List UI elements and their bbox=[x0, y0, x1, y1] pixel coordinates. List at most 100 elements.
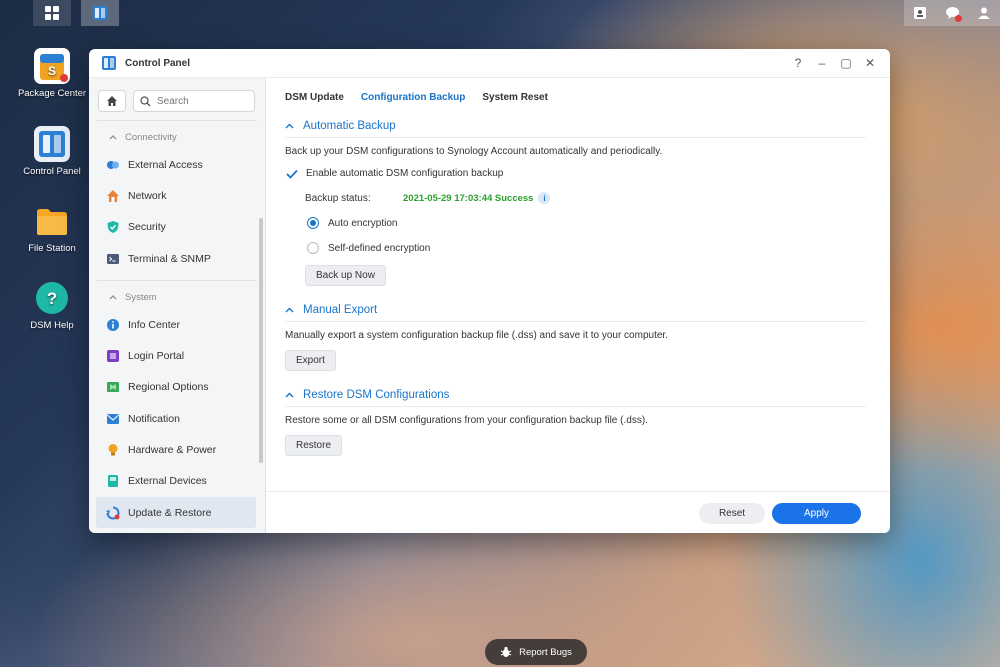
section-description: Back up your DSM configurations to Synol… bbox=[285, 146, 663, 157]
chat-button[interactable] bbox=[936, 0, 968, 26]
section-header-automatic-backup[interactable]: Automatic Backup bbox=[285, 114, 866, 138]
chevron-up-icon bbox=[285, 392, 294, 397]
sidebar-item-label: Notification bbox=[128, 412, 180, 425]
backup-status-row: Backup status: 2021-05-29 17:03:44 Succe… bbox=[285, 192, 880, 204]
desktop-icon-label: Package Center bbox=[17, 88, 87, 99]
section-title: Automatic Backup bbox=[303, 119, 396, 132]
control-panel-icon bbox=[34, 126, 70, 162]
window-titlebar[interactable]: Control Panel ? – ▢ ✕ bbox=[89, 49, 890, 78]
group-label: System bbox=[125, 291, 157, 303]
tab-dsm-update[interactable]: DSM Update bbox=[285, 92, 344, 114]
back-up-now-button[interactable]: Back up Now bbox=[305, 265, 386, 286]
close-button[interactable]: ✕ bbox=[862, 56, 878, 70]
notification-dot bbox=[955, 15, 962, 22]
main-menu-button[interactable] bbox=[33, 0, 71, 26]
grid-icon bbox=[45, 6, 59, 20]
desktop-icon-package-center[interactable]: S Package Center bbox=[17, 48, 87, 100]
sidebar-scrollbar[interactable] bbox=[259, 218, 263, 463]
bulb-icon bbox=[106, 443, 120, 457]
maximize-button[interactable]: ▢ bbox=[838, 56, 854, 70]
info-icon[interactable]: i bbox=[538, 192, 551, 204]
sidebar-item-label: Update & Restore bbox=[128, 506, 212, 519]
search-field[interactable] bbox=[133, 90, 255, 112]
chevron-up-icon bbox=[109, 135, 117, 140]
user-card-button[interactable] bbox=[904, 0, 936, 26]
desktop-icon-file-station[interactable]: File Station bbox=[17, 203, 87, 255]
search-input[interactable] bbox=[157, 95, 252, 107]
sidebar-item-terminal-snmp[interactable]: Terminal & SNMP bbox=[89, 243, 265, 274]
backup-status-label: Backup status: bbox=[305, 192, 371, 204]
update-icon bbox=[106, 506, 120, 520]
export-button[interactable]: Export bbox=[285, 350, 336, 371]
minimize-button[interactable]: – bbox=[814, 56, 830, 70]
content-area: Automatic Backup Back up your DSM config… bbox=[267, 114, 890, 491]
desktop-icon-label: File Station bbox=[28, 243, 76, 254]
sidebar-item-external-devices[interactable]: External Devices bbox=[89, 466, 265, 497]
user-card-icon bbox=[914, 7, 926, 19]
enable-backup-checkbox[interactable] bbox=[285, 167, 298, 180]
reset-button[interactable]: Reset bbox=[699, 503, 765, 524]
sidebar-item-hardware-power[interactable]: Hardware & Power bbox=[89, 434, 265, 465]
terminal-icon bbox=[106, 252, 120, 266]
report-bugs-button[interactable]: Report Bugs bbox=[485, 639, 587, 665]
user-menu-button[interactable] bbox=[968, 0, 1000, 26]
help-icon: ? bbox=[34, 280, 70, 316]
svg-text:S: S bbox=[48, 64, 56, 78]
sidebar-item-external-access[interactable]: External Access bbox=[89, 149, 265, 180]
restore-button[interactable]: Restore bbox=[285, 435, 343, 456]
sidebar-item-network[interactable]: Network bbox=[89, 180, 265, 211]
group-header-system[interactable]: System bbox=[89, 285, 265, 309]
sidebar-item-security[interactable]: Security bbox=[89, 212, 265, 243]
sidebar-item-label: Login Portal bbox=[128, 350, 185, 363]
tab-configuration-backup[interactable]: Configuration Backup bbox=[361, 92, 465, 114]
section-title: Manual Export bbox=[303, 303, 378, 316]
home-icon bbox=[107, 96, 117, 106]
backup-status-value: 2021-05-29 17:03:44 Success bbox=[403, 192, 534, 204]
sidebar-item-regional-options[interactable]: Regional Options bbox=[89, 372, 265, 403]
external-access-icon bbox=[106, 158, 120, 172]
sidebar-item-update-restore[interactable]: Update & Restore bbox=[96, 496, 256, 529]
divider bbox=[97, 280, 257, 282]
sidebar-item-login-portal[interactable]: Login Portal bbox=[89, 340, 265, 371]
sidebar-item-info-center[interactable]: Info Center bbox=[89, 309, 265, 340]
help-button[interactable]: ? bbox=[790, 56, 806, 70]
svg-text:?: ? bbox=[47, 289, 57, 308]
sidebar-item-label: Hardware & Power bbox=[128, 444, 217, 457]
desktop-icon-control-panel[interactable]: Control Panel bbox=[17, 126, 87, 178]
section-header-manual-export[interactable]: Manual Export bbox=[285, 298, 866, 322]
user-icon bbox=[978, 7, 990, 19]
info-icon bbox=[106, 318, 120, 332]
self-defined-encryption-label: Self-defined encryption bbox=[328, 242, 431, 254]
chevron-up-icon bbox=[285, 307, 294, 312]
sidebar-item-label: Security bbox=[128, 221, 166, 234]
section-header-restore[interactable]: Restore DSM Configurations bbox=[285, 383, 866, 407]
desktop-icon-dsm-help[interactable]: ? DSM Help bbox=[17, 280, 87, 332]
sidebar-item-notification[interactable]: Notification bbox=[89, 403, 265, 434]
tab-system-reset[interactable]: System Reset bbox=[482, 92, 548, 114]
apply-button[interactable]: Apply bbox=[772, 503, 861, 524]
sidebar-item-label: Network bbox=[128, 189, 167, 202]
group-header-connectivity[interactable]: Connectivity bbox=[89, 125, 265, 149]
shield-icon bbox=[106, 220, 120, 234]
taskbar bbox=[0, 0, 1000, 26]
sidebar-item-label: Info Center bbox=[128, 318, 180, 331]
enable-backup-label: Enable automatic DSM configuration backu… bbox=[306, 168, 504, 179]
enable-backup-row: Enable automatic DSM configuration backu… bbox=[285, 167, 880, 180]
home-button[interactable] bbox=[98, 90, 126, 112]
notification-icon bbox=[106, 412, 120, 426]
bug-icon bbox=[500, 646, 512, 657]
package-center-icon: S bbox=[34, 48, 70, 84]
control-panel-icon bbox=[102, 56, 116, 70]
taskbar-control-panel-button[interactable] bbox=[81, 0, 119, 26]
house-network-icon bbox=[106, 189, 120, 203]
report-bugs-label: Report Bugs bbox=[519, 646, 572, 658]
device-icon bbox=[106, 474, 120, 488]
auto-encryption-radio[interactable] bbox=[307, 217, 319, 229]
sidebar-item-label: Terminal & SNMP bbox=[128, 252, 211, 265]
section-title: Restore DSM Configurations bbox=[303, 388, 450, 401]
main-pane: DSM Update Configuration Backup System R… bbox=[267, 78, 890, 533]
control-panel-window: Control Panel ? – ▢ ✕ Conne bbox=[89, 49, 890, 533]
auto-encryption-label: Auto encryption bbox=[328, 217, 398, 229]
window-title: Control Panel bbox=[125, 57, 191, 69]
self-defined-encryption-radio[interactable] bbox=[307, 242, 319, 254]
